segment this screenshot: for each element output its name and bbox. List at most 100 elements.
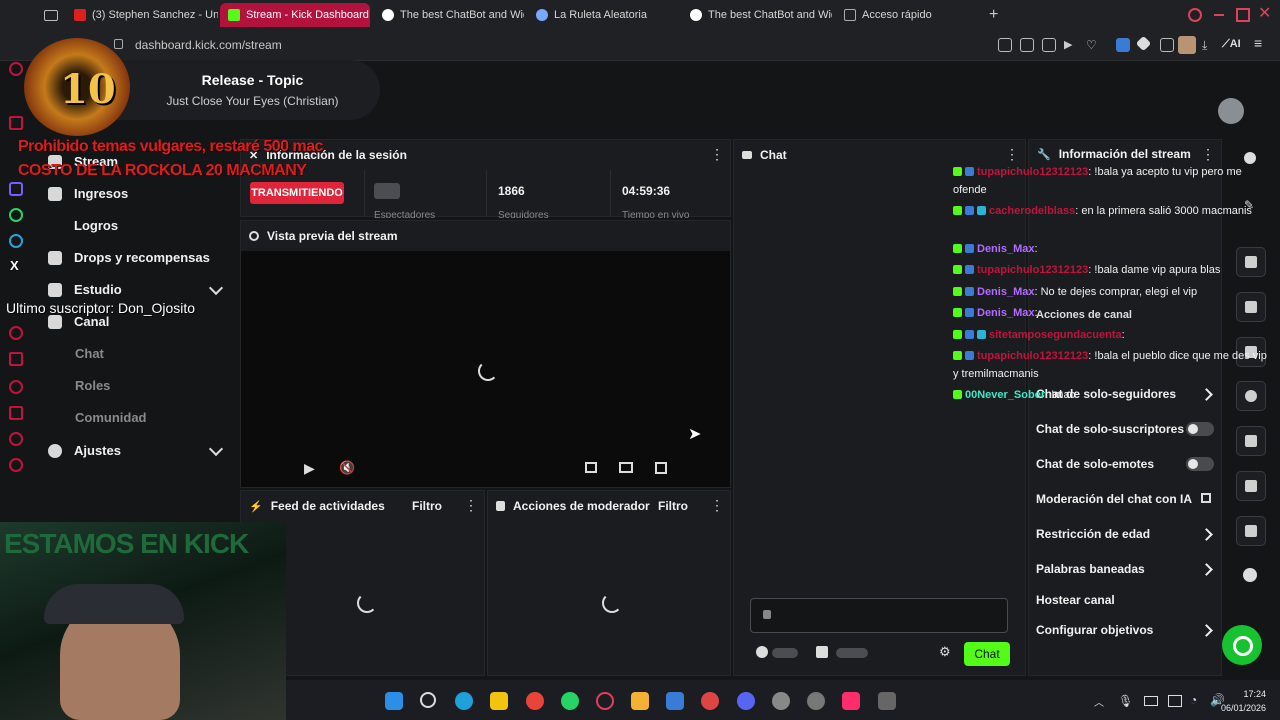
user-avatar[interactable] [1218, 98, 1244, 124]
app-icon[interactable] [807, 692, 825, 710]
sidebar-item-ajustes[interactable]: Ajustes [48, 443, 121, 458]
x-icon[interactable]: X [10, 258, 19, 273]
sidebar-item-canal[interactable]: Canal [48, 314, 109, 329]
clock-time[interactable]: 17:24 [1224, 689, 1266, 699]
set-goals-row[interactable]: Configurar objetivos [1036, 623, 1153, 637]
menu-icon[interactable]: ≡ [1254, 35, 1262, 51]
ai-icon[interactable]: ⟋AI [1222, 38, 1241, 51]
mod-filter-button[interactable]: Filtro [658, 499, 688, 513]
wifi-icon[interactable]: ◔ [1190, 693, 1197, 707]
pin-icon[interactable] [998, 38, 1012, 52]
whatsapp-icon[interactable] [561, 692, 579, 710]
search-tabs-icon[interactable] [1188, 8, 1202, 22]
circle-icon[interactable] [9, 326, 23, 340]
store-icon[interactable] [816, 646, 828, 658]
tab-chatbot-2[interactable]: The best ChatBot and Wid [682, 3, 832, 27]
minimize-icon[interactable] [1214, 14, 1224, 16]
puzzle-icon[interactable] [1160, 38, 1174, 52]
tab-ruleta[interactable]: La Ruleta Aleatoria [528, 3, 678, 27]
mute-icon[interactable]: 🔇 [339, 460, 355, 476]
subscribers-only-toggle[interactable] [1186, 422, 1214, 436]
sidebar-item-ingresos[interactable]: Ingresos [48, 186, 128, 201]
chat-send-button[interactable]: Chat [964, 642, 1010, 666]
pip-icon[interactable] [585, 462, 597, 473]
sidebar-subitem-chat[interactable]: Chat [75, 346, 104, 361]
more-options-icon[interactable] [464, 497, 478, 514]
block-icon[interactable] [1042, 38, 1056, 52]
screenshot-icon[interactable] [1020, 38, 1034, 52]
telegram-icon[interactable] [9, 234, 23, 248]
theater-icon[interactable] [619, 462, 633, 473]
app-icon[interactable] [772, 692, 790, 710]
url-text[interactable]: dashboard.kick.com/stream [135, 38, 282, 52]
extension-icon[interactable] [1116, 38, 1130, 52]
folder-icon[interactable] [631, 692, 649, 710]
more-options-icon[interactable] [1201, 146, 1215, 163]
support-headset-button[interactable] [1222, 625, 1262, 665]
favorite-icon[interactable]: ♡ [1086, 38, 1100, 52]
chat-input[interactable] [750, 598, 1008, 633]
ai-moderation-row[interactable]: Moderación del chat con IA [1036, 492, 1192, 506]
keyboard-icon[interactable] [1144, 696, 1158, 706]
play-icon[interactable]: ▶ [304, 460, 315, 477]
tab-actions-icon[interactable] [36, 3, 66, 27]
activity-filter-button[interactable]: Filtro [412, 499, 442, 513]
sidebar-item-drops[interactable]: Drops y recompensas [48, 250, 210, 265]
gear-icon[interactable]: ⚙ [939, 644, 951, 660]
clock-date[interactable]: 06/01/2026 [1214, 703, 1266, 713]
search-icon[interactable] [420, 692, 436, 708]
sidebar-item-estudio[interactable]: Estudio [48, 282, 122, 297]
more-options-icon[interactable] [1005, 146, 1019, 163]
tab-quick-access[interactable]: Acceso rápido [836, 3, 976, 27]
play-icon[interactable]: ▶ [1064, 38, 1078, 52]
sidebar-item-logros[interactable]: Logros [48, 218, 118, 233]
settings-rail-icon[interactable] [9, 458, 23, 472]
rail-button-6[interactable] [1236, 471, 1266, 501]
twitch-icon[interactable] [9, 182, 23, 196]
emotes-only-toggle[interactable] [1186, 457, 1214, 471]
chrome-icon[interactable] [526, 692, 544, 710]
opera-icon[interactable] [596, 692, 614, 710]
more-options-icon[interactable] [710, 146, 724, 163]
kick-rail-icon[interactable] [9, 62, 23, 76]
app-icon[interactable] [701, 692, 719, 710]
rail-button-7[interactable] [1236, 516, 1266, 546]
age-restriction-row[interactable]: Restricción de edad [1036, 527, 1150, 541]
chevron-up-icon[interactable]: ︿ [1094, 694, 1104, 709]
close-icon[interactable]: ✕ [1258, 3, 1271, 23]
display-icon[interactable] [1168, 695, 1182, 707]
app-icon[interactable] [878, 692, 896, 710]
chevron-down-icon[interactable] [208, 280, 224, 296]
fullscreen-icon[interactable] [655, 462, 667, 474]
bookmark-icon[interactable] [9, 352, 23, 366]
tab-kick-dashboard[interactable]: Stream - Kick Dashboard [220, 3, 370, 27]
people-icon[interactable] [1243, 568, 1257, 582]
more-options-icon[interactable] [710, 497, 724, 514]
maximize-icon[interactable] [1236, 8, 1250, 22]
games-icon[interactable] [9, 432, 23, 446]
chevron-down-icon[interactable] [208, 441, 224, 457]
store-icon[interactable] [666, 692, 684, 710]
download-icon[interactable]: ⤓ [1202, 38, 1216, 52]
new-tab-icon[interactable]: + [989, 6, 998, 24]
tab-chatbot-1[interactable]: The best ChatBot and Wid [374, 3, 524, 27]
windows-start-icon[interactable] [385, 692, 403, 710]
emote-icon[interactable] [756, 646, 768, 658]
mail-icon[interactable] [9, 116, 23, 130]
banned-words-row[interactable]: Palabras baneadas [1036, 562, 1145, 576]
sidebar-subitem-comunidad[interactable]: Comunidad [75, 410, 147, 425]
history-icon[interactable] [9, 380, 23, 394]
host-channel-row[interactable]: Hostear canal [1036, 593, 1115, 607]
external-link-icon[interactable] [1201, 493, 1211, 503]
profile-avatar[interactable] [1178, 36, 1196, 54]
whatsapp-icon[interactable] [9, 208, 23, 222]
mic-icon[interactable]: 🎙 [1118, 694, 1133, 708]
extension-icon[interactable] [1135, 35, 1152, 52]
edge-icon[interactable] [455, 692, 473, 710]
sidebar-subitem-roles[interactable]: Roles [75, 378, 110, 393]
download-rail-icon[interactable] [9, 406, 23, 420]
tiktok-icon[interactable] [842, 692, 860, 710]
rail-button-5[interactable] [1236, 426, 1266, 456]
notes-icon[interactable] [490, 692, 508, 710]
tab-youtube[interactable]: (3) Stephen Sanchez - Unt [66, 3, 218, 27]
